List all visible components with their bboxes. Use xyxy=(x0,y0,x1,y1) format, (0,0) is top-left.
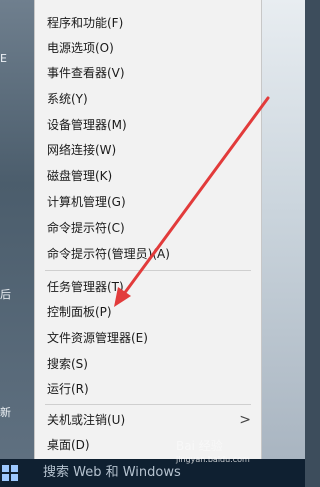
menu-item-power-options[interactable]: 电源选项(O) xyxy=(35,37,261,59)
menu-item-label: 电源选项(O) xyxy=(47,41,114,55)
desktop-background-left xyxy=(0,0,34,459)
menu-item-event-viewer[interactable]: 事件查看器(V) xyxy=(35,62,261,84)
menu-item-label: 控制面板(P) xyxy=(47,305,112,319)
menu-item-command-prompt[interactable]: 命令提示符(C) xyxy=(35,217,261,239)
menu-item-label: 网络连接(W) xyxy=(47,143,117,157)
watermark-url-text: jingyan.baidu.com xyxy=(176,455,250,464)
taskbar: 搜索 Web 和 Windows xyxy=(0,459,305,487)
menu-item-label: 系统(Y) xyxy=(47,92,88,106)
menu-item-label: 桌面(D) xyxy=(47,438,90,452)
menu-item-label: 事件查看器(V) xyxy=(47,66,125,80)
menu-item-disk-management[interactable]: 磁盘管理(K) xyxy=(35,165,261,187)
menu-separator xyxy=(45,404,251,405)
menu-item-label: 设备管理器(M) xyxy=(47,118,127,132)
watermark-logo-text: Bai 经验 xyxy=(176,439,223,453)
desktop-edge-text-3: 新 xyxy=(0,406,11,419)
menu-item-command-prompt-admin[interactable]: 命令提示符(管理员)(A) xyxy=(35,243,261,265)
menu-item-computer-management[interactable]: 计算机管理(G) xyxy=(35,191,261,213)
windows-start-icon[interactable] xyxy=(2,465,18,481)
menu-item-search[interactable]: 搜索(S) xyxy=(35,353,261,375)
menu-item-file-explorer[interactable]: 文件资源管理器(E) xyxy=(35,327,261,349)
chevron-right-icon: > xyxy=(239,412,251,428)
menu-item-programs-and-features[interactable]: 程序和功能(F) xyxy=(35,12,261,34)
desktop-background-right xyxy=(262,0,305,459)
menu-item-label: 运行(R) xyxy=(47,382,89,396)
menu-item-label: 任务管理器(T) xyxy=(47,280,124,294)
menu-item-task-manager[interactable]: 任务管理器(T) xyxy=(35,276,261,298)
menu-item-label: 命令提示符(管理员)(A) xyxy=(47,247,170,261)
menu-item-shutdown-or-sign-out[interactable]: 关机或注销(U) > xyxy=(35,409,261,431)
menu-item-control-panel[interactable]: 控制面板(P) xyxy=(35,301,261,323)
menu-item-system[interactable]: 系统(Y) xyxy=(35,88,261,110)
menu-item-label: 关机或注销(U) xyxy=(47,413,126,427)
desktop-edge-text-1: E xyxy=(0,52,7,65)
menu-item-label: 程序和功能(F) xyxy=(47,16,124,30)
desktop-edge-text-2: 后 xyxy=(0,288,11,301)
menu-item-label: 命令提示符(C) xyxy=(47,221,125,235)
menu-item-network-connections[interactable]: 网络连接(W) xyxy=(35,139,261,161)
menu-item-run[interactable]: 运行(R) xyxy=(35,378,261,400)
menu-item-label: 搜索(S) xyxy=(47,357,88,371)
menu-item-label: 文件资源管理器(E) xyxy=(47,331,148,345)
menu-separator xyxy=(45,270,251,271)
menu-item-desktop[interactable]: 桌面(D) xyxy=(35,434,261,456)
menu-item-label: 计算机管理(G) xyxy=(47,195,126,209)
winx-context-menu: 程序和功能(F) 电源选项(O) 事件查看器(V) 系统(Y) 设备管理器(M)… xyxy=(34,0,262,459)
taskbar-search-box[interactable]: 搜索 Web 和 Windows xyxy=(43,463,181,483)
menu-item-label: 磁盘管理(K) xyxy=(47,169,113,183)
menu-item-device-manager[interactable]: 设备管理器(M) xyxy=(35,114,261,136)
